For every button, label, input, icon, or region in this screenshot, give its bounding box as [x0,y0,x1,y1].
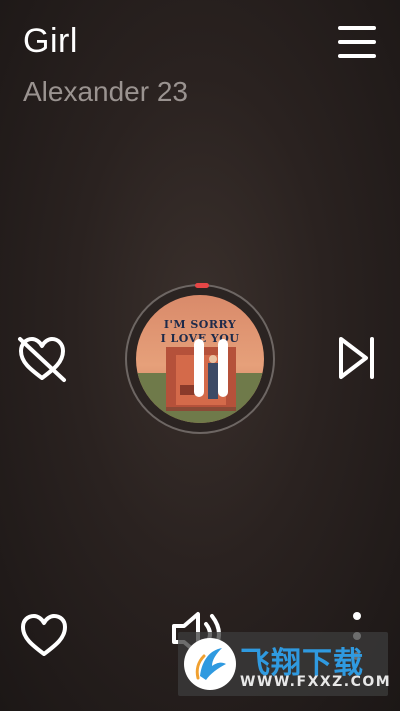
pause-bar [194,339,204,397]
album-disc[interactable]: I'M SORRY I LOVE YOU [125,284,275,434]
menu-bar [338,40,376,44]
track-artist: Alexander 23 [23,76,189,107]
pause-bar [218,339,228,397]
heart-slash-icon[interactable] [16,334,68,384]
watermark: 飞翔下载 WWW.FXXZ.COM [178,632,392,696]
watermark-url: WWW.FXXZ.COM [240,674,392,690]
track-title: Girl [23,22,78,60]
album-cover-title-line1: I'M SORRY [163,318,237,331]
menu-bar [338,54,376,58]
progress-indicator [195,283,209,288]
heart-outline-icon[interactable] [18,612,70,660]
hamburger-menu-icon[interactable] [338,26,376,60]
skip-next-icon[interactable] [336,334,378,382]
watermark-logo-icon [184,638,236,690]
album-cover: I'M SORRY I LOVE YOU [136,295,264,423]
pause-icon[interactable] [186,339,236,397]
menu-bar [338,26,376,30]
